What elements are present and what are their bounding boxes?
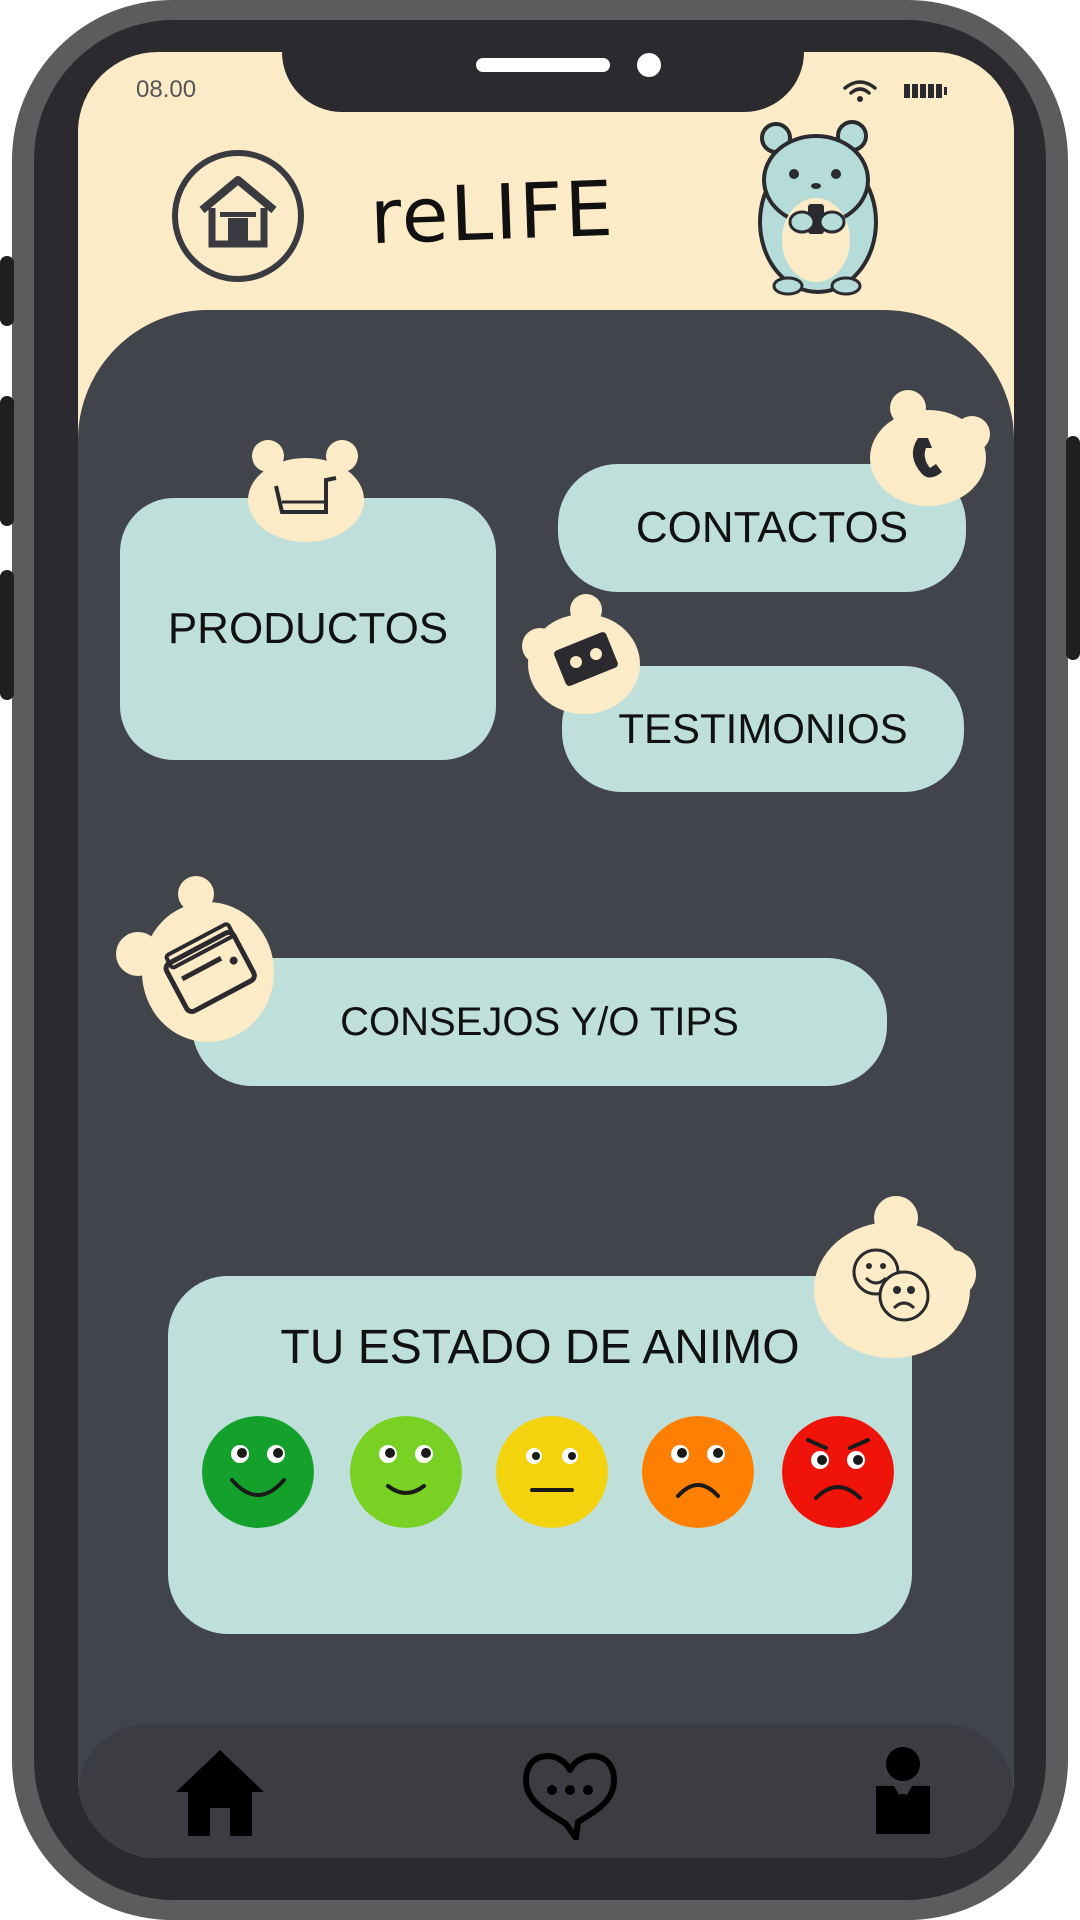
nav-chat-heart-icon[interactable] [520,1748,620,1840]
sad-face-icon[interactable] [642,1416,754,1528]
consejos-button[interactable]: CONSEJOS Y/O TIPS [192,958,887,1086]
happy-face-icon[interactable] [350,1416,462,1528]
mood-masks-badge-icon [814,1196,976,1358]
hamster-mascot-icon [758,120,878,296]
very-happy-face-icon[interactable] [202,1416,314,1528]
contactos-label: CONTACTOS [635,503,909,552]
camera [637,53,661,77]
consejos-label: CONSEJOS Y/O TIPS [340,999,739,1044]
neutral-face-icon[interactable] [496,1416,608,1528]
home-icon [199,176,277,248]
mood-card: TU ESTADO DE ANIMO [168,1276,912,1634]
productos-label: PRODUCTOS [167,604,449,653]
mood-title: TU ESTADO DE ANIMO [280,1321,800,1374]
speaker [476,58,610,72]
status-time: 08.00 [136,76,197,103]
nav-profile-icon[interactable] [872,1746,934,1836]
cassette-badge-icon [522,594,640,714]
angry-face-icon[interactable] [782,1416,894,1528]
testimonios-label: TESTIMONIOS [618,705,908,752]
app-title: reLIFE [368,163,617,262]
volume-down-button [0,570,14,700]
wallet-badge-icon [116,876,274,1042]
side-button [0,256,14,326]
wifi-icon [843,80,877,102]
cart-badge-icon [248,440,364,542]
nav-home-icon[interactable] [174,1746,266,1838]
phone-badge-icon [870,390,990,506]
volume-up-button [0,396,14,526]
power-button [1066,436,1080,660]
battery-icon [904,84,947,98]
